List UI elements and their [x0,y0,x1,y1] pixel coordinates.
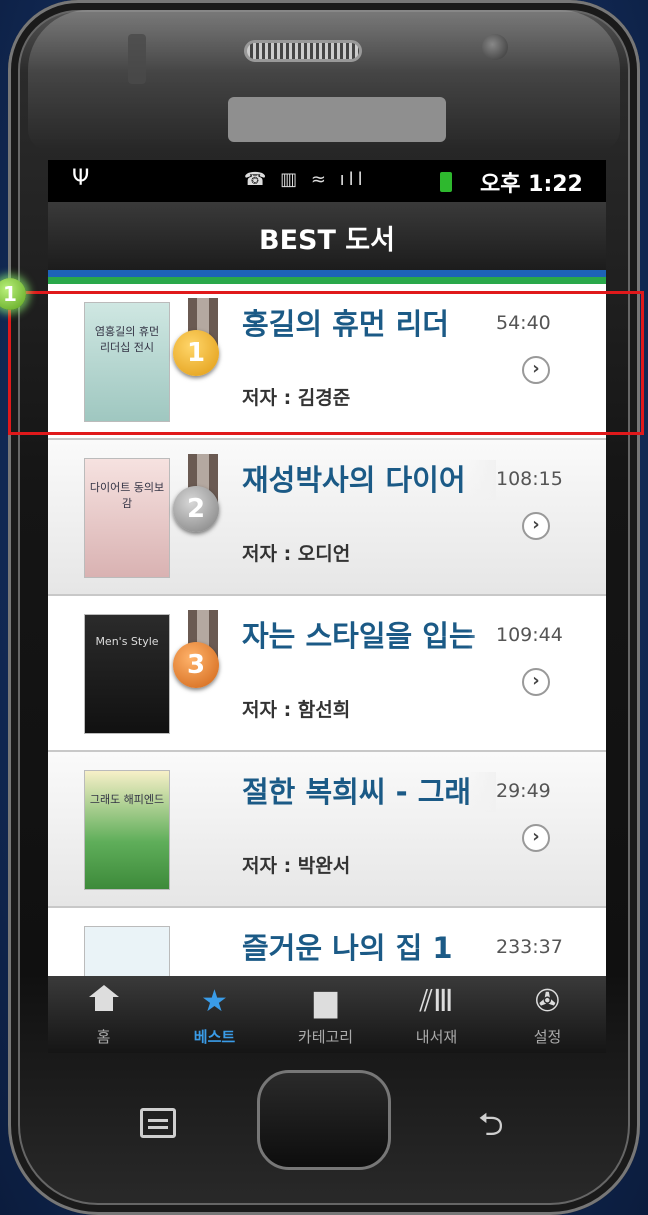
book-cover [84,926,170,976]
book-duration: 108:15 [496,468,563,490]
silver-medal-icon: 2 [173,486,219,532]
book-author: 저자 : 오디언 [242,543,351,565]
folder-icon: ▆ [313,984,338,1019]
tab-home[interactable]: 홈 [48,976,159,1053]
chevron-right-icon[interactable]: › [522,512,550,540]
cover-text: Men's Style [95,635,159,648]
title-bar: BEST 도서 [48,202,606,270]
highlight-box [8,291,644,435]
title-fade [468,616,496,656]
bronze-medal-icon: 3 [173,642,219,688]
back-icon[interactable]: ⮌ [478,1102,504,1156]
book-title: 즐거운 나의 집 1 [242,931,453,965]
book-row-4[interactable]: 그래도 해피엔드 절한 복희씨 - 그래 29:49 › 저자 : 박완서 [48,752,606,908]
battery-icon [440,172,452,192]
book-duration: 109:44 [496,624,563,646]
home-hardware-button[interactable] [257,1070,391,1170]
tab-label: 홈 [96,1028,111,1046]
wrench-icon: ✇ [534,984,561,1019]
status-time: 오후 1:22 [480,172,583,197]
cover-text: 그래도 해피엔드 [89,793,165,806]
book-title: 재성박사의 다이어 [242,463,466,497]
book-cover: Men's Style [84,614,170,734]
book-cover: 다이어트 동의보감 [84,458,170,578]
status-bar: Ψ ☎ ▥ ≈ ıll 오후 1:22 [48,160,606,202]
title-stripe [48,270,606,284]
home-icon [48,984,159,1019]
tab-label: 내서재 [415,1028,458,1046]
chevron-right-icon[interactable]: › [522,668,550,696]
book-row-5[interactable]: 즐거운 나의 집 1 233:37 [48,908,606,976]
tab-label: 베스트 [193,1028,236,1046]
front-camera [482,34,508,60]
bookshelf-icon: ⫽Ⅲ [419,984,454,1019]
earpiece-speaker [244,40,362,62]
book-author: 저자 : 함선희 [242,699,351,721]
cover-text: 다이어트 동의보감 [89,481,165,510]
menu-hardware-button[interactable] [140,1108,176,1138]
status-icons: ☎ ▥ ≈ ıll [244,169,367,190]
tab-label: 설정 [533,1028,562,1046]
title-fade [468,460,496,500]
book-duration: 29:49 [496,780,551,802]
book-author: 저자 : 박완서 [242,855,351,877]
proximity-sensor [128,34,146,84]
page-title: BEST 도서 [259,225,395,256]
book-title: 절한 복희씨 - 그래 [242,775,472,809]
book-row-3[interactable]: Men's Style 3 자는 스타일을 입는 109:44 › 저자 : 함… [48,596,606,752]
book-cover: 그래도 해피엔드 [84,770,170,890]
title-fade [468,772,496,812]
tab-settings[interactable]: ✇ 설정 [492,976,603,1053]
book-row-2[interactable]: 다이어트 동의보감 2 재성박사의 다이어 108:15 › 저자 : 오디언 [48,440,606,596]
bottom-tab-bar: 홈 ★ 베스트 ▆ 카테고리 ⫽Ⅲ 내서재 ✇ 설정 [48,976,606,1053]
redacted-label [228,97,446,142]
star-icon: ★ [201,984,228,1019]
chevron-right-icon[interactable]: › [522,824,550,852]
tab-category[interactable]: ▆ 카테고리 [270,976,381,1053]
tab-best[interactable]: ★ 베스트 [159,976,270,1053]
book-duration: 233:37 [496,936,563,958]
book-title: 자는 스타일을 입는 [242,619,476,653]
tab-library[interactable]: ⫽Ⅲ 내서재 [381,976,492,1053]
tab-label: 카테고리 [297,1028,354,1046]
usb-icon: Ψ [72,166,90,191]
